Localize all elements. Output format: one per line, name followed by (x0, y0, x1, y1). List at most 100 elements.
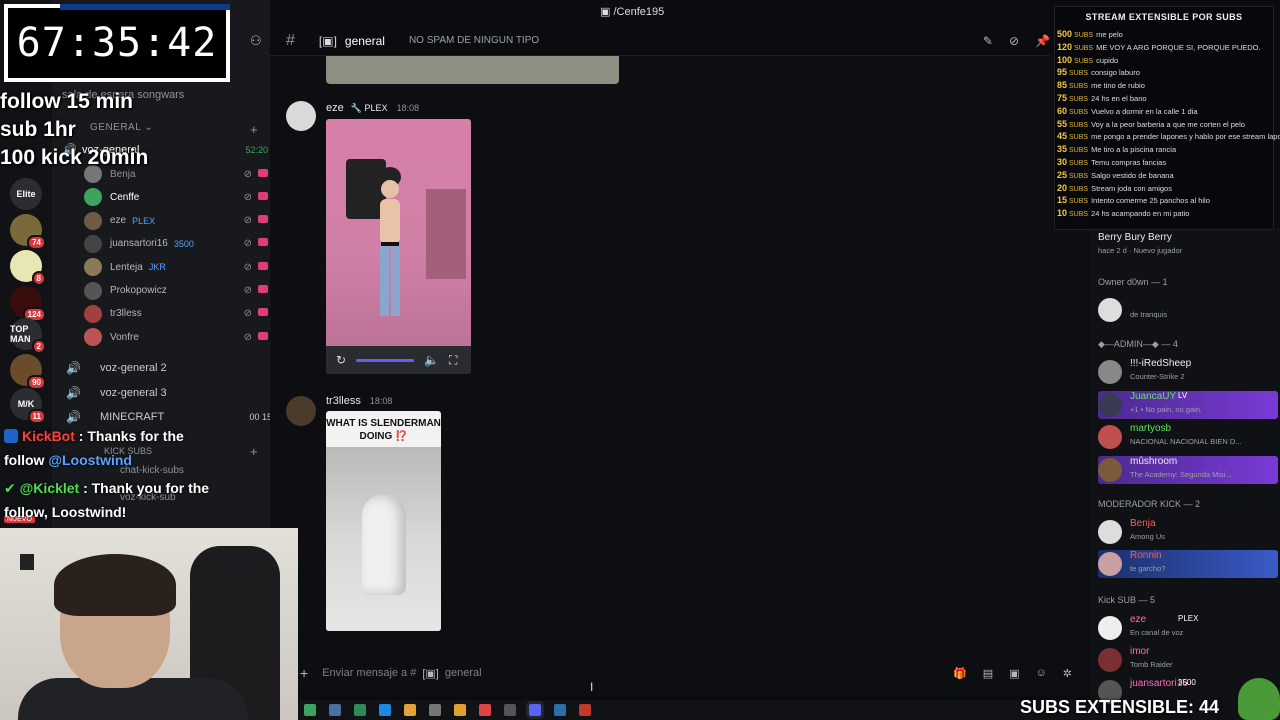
message-author[interactable]: tr3lless (326, 395, 361, 407)
voice-user[interactable]: juansartori16 3500 ⊘ (84, 234, 268, 254)
server-icon-7[interactable]: M/K 11 (10, 388, 46, 424)
steam-icon[interactable] (554, 704, 566, 716)
taskbar-app-icon[interactable] (304, 704, 316, 716)
member-name: JuancaUY (1130, 390, 1177, 402)
member-name-top[interactable]: Berry Bury Berry (1098, 232, 1172, 243)
taskbar-app-icon[interactable] (379, 704, 391, 716)
voice-channel-3[interactable]: 🔊 voz-general 3 (66, 383, 272, 403)
server-icon-2[interactable]: 74 (10, 214, 46, 250)
member-row[interactable]: imor Tomb Raider (1098, 646, 1278, 674)
taskbar-app-icon[interactable] (329, 704, 341, 716)
taskbar-app-icon[interactable] (429, 704, 441, 716)
frog-emote-icon (1238, 678, 1280, 720)
chat-overlay-message-cont: follow, Loostwind! (4, 504, 127, 520)
avatar (84, 328, 102, 347)
member-section-header: Kick SUB — 5 (1098, 595, 1156, 605)
subs-goal-row: 35 SUBS Me tiro a la piscina rancia (1057, 144, 1177, 155)
fullscreen-icon[interactable]: ⛶ (449, 353, 457, 368)
member-row[interactable]: !!!-iRedSheep Counter-Strike 2 (1098, 358, 1278, 386)
pin-icon[interactable]: 📌 (1035, 34, 1050, 48)
voice-user-name: Cenffe (110, 191, 140, 203)
voice-channel-2[interactable]: 🔊 voz-general 2 (66, 358, 272, 378)
kick-bot-icon (4, 429, 18, 443)
live-icon (258, 285, 268, 293)
member-row[interactable]: eze En canal de voz PLEX (1098, 614, 1278, 642)
taskbar-app-icon[interactable] (579, 704, 591, 716)
previous-image-attachment[interactable] (326, 56, 619, 84)
server-icon-elite[interactable]: Elite (10, 178, 42, 210)
live-icon (258, 191, 268, 200)
member-row[interactable]: mûshroom The Academy: Segunda Misi... (1098, 455, 1278, 484)
taskbar-app-icon[interactable] (454, 704, 466, 716)
voice-user-name: Lenteja (110, 261, 143, 273)
speaker-icon: 🔊 (66, 361, 81, 375)
voice-user[interactable]: Vonfre ⊘ (84, 327, 268, 347)
gift-icon[interactable]: 🎁 (953, 667, 967, 680)
emoji-icon[interactable]: ☺ (1036, 667, 1047, 680)
taskbar-app-icon[interactable] (354, 704, 366, 716)
mic-muted-icon: ⊘ (243, 168, 252, 180)
member-row[interactable]: Benja Among Us (1098, 518, 1278, 546)
message-composer[interactable]: + Enviar mensaje a # [▣] general 🎁 ▤ ▣ ☺… (300, 660, 1080, 686)
member-name: mûshroom (1130, 455, 1178, 467)
server-icon-6[interactable]: 90 (10, 354, 46, 390)
video-progress[interactable] (356, 358, 415, 362)
notifications-muted-icon[interactable]: ⊘ (1009, 34, 1019, 48)
video-attachment[interactable]: ↻ 🔈 ⛶ (326, 119, 471, 374)
message-header: eze 🔧 PLEX 18:08 (326, 102, 419, 114)
server-icon-5[interactable]: TOP MAN 2 (10, 318, 46, 354)
add-channel-icon-2[interactable]: + (250, 444, 258, 459)
voice-user-name: tr3lless (110, 308, 142, 320)
member-row[interactable]: martyosb NACIONAL NACIONAL BIEN D... (1098, 423, 1278, 451)
avatar (84, 211, 102, 230)
channel-emoji-icon: [▣] (318, 33, 337, 48)
member-status: NACIONAL NACIONAL BIEN D... (1130, 437, 1242, 446)
voice-user-name: Prokopowicz (110, 285, 167, 296)
member-row[interactable]: de tranquis (1098, 296, 1278, 324)
image-attachment[interactable]: WHAT IS SLENDERMAN DOING ⁉️ (326, 411, 441, 631)
member-status: Tomb Raider (1130, 660, 1173, 669)
avatar (1098, 360, 1122, 384)
member-tag: PLEX (1178, 614, 1199, 623)
plus-icon[interactable]: + (300, 665, 308, 681)
discord-icon[interactable] (526, 701, 544, 719)
add-friend-icon[interactable]: ⚇ (250, 33, 262, 49)
voice-time: 52:20 (245, 145, 268, 155)
volume-icon[interactable]: 🔈 (424, 353, 439, 367)
add-channel-icon[interactable]: + (250, 122, 258, 137)
avatar[interactable] (286, 396, 316, 426)
chrome-icon[interactable] (479, 704, 491, 716)
replay-icon[interactable]: ↻ (336, 353, 346, 367)
speaker-icon: 🔊 (66, 410, 81, 424)
avatar[interactable] (286, 101, 316, 131)
member-tag: 3500 (1178, 678, 1196, 687)
avatar (1098, 392, 1122, 417)
voice-user[interactable]: Lenteja JKR ⊘ (84, 257, 268, 277)
taskbar-app-icon[interactable] (504, 704, 516, 716)
taskbar-app-icon[interactable] (404, 704, 416, 716)
mic-muted-icon: ⊘ (243, 331, 252, 343)
member-section-header: Owner d0wn — 1 (1098, 277, 1168, 287)
voice-user[interactable]: tr3lless ⊘ (84, 304, 268, 324)
member-row[interactable]: Ronnin te garcho? (1098, 550, 1278, 578)
voice-user[interactable]: eze PLEX ⊘ (84, 211, 268, 231)
timer-rules: follow 15 min sub 1hr 100 kick 20min (0, 90, 149, 169)
voice-user[interactable]: Cenffe ⊘ (84, 187, 268, 207)
subs-goal-row: 500 SUBS me pelo (1057, 29, 1123, 39)
threads-icon[interactable]: ✎ (983, 34, 993, 48)
sticker-icon[interactable]: ▣ (1009, 667, 1019, 680)
mic-muted-icon: ⊘ (243, 308, 252, 320)
message-author[interactable]: eze (326, 102, 344, 114)
member-row[interactable]: JuancaUY +1 • No pain, no gain. LV (1098, 390, 1278, 419)
server-icon-3[interactable]: 8 (10, 250, 46, 286)
subs-extensible-counter: SUBS EXTENSIBLE: 44 (1020, 697, 1220, 717)
gif-icon[interactable]: ▤ (983, 667, 993, 680)
server-icon-4[interactable]: 124 (10, 286, 46, 322)
apps-icon[interactable]: ✲ (1063, 667, 1072, 680)
voice-channel-minecraft[interactable]: 🔊 MINECRAFT 00 15 (66, 407, 272, 427)
channel-topic: NO SPAM DE NINGUN TIPO (408, 35, 540, 46)
mic-muted-icon: ⊘ (243, 191, 252, 203)
avatar (84, 304, 102, 323)
video-controls[interactable]: ↻ 🔈 ⛶ (326, 346, 471, 374)
voice-user[interactable]: Prokopowicz ⊘ (84, 281, 268, 301)
